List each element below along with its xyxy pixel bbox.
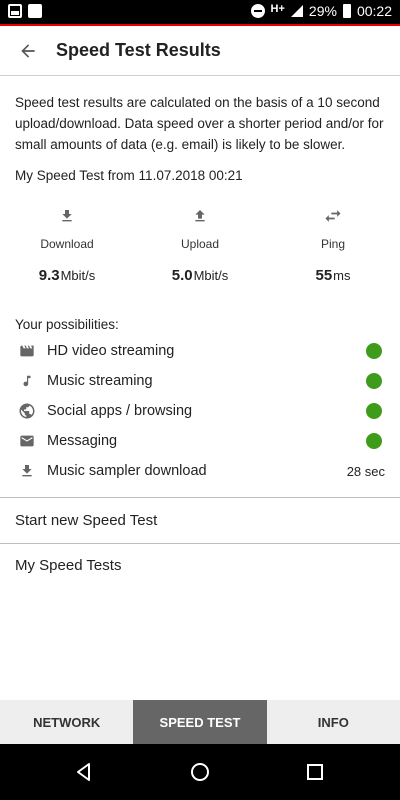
clock: 00:22 xyxy=(356,3,392,19)
metric-upload: Upload 5.0Mbit/s xyxy=(133,205,267,284)
battery-icon xyxy=(342,4,351,18)
metrics-row: Download 9.3Mbit/s Upload 5.0Mbit/s Ping… xyxy=(0,205,400,290)
metric-value: 9.3Mbit/s xyxy=(38,267,96,284)
status-bar: H+ 29% 00:22 xyxy=(0,0,400,24)
possibilities-title: Your possibilities: xyxy=(15,317,119,332)
metric-download: Download 9.3Mbit/s xyxy=(0,205,134,284)
nav-home-icon[interactable] xyxy=(190,762,210,782)
tab-network[interactable]: NETWORK xyxy=(0,700,133,744)
list-item: Social apps / browsing xyxy=(0,396,400,426)
status-ok-dot xyxy=(366,433,382,449)
test-timestamp: My Speed Test from 11.07.2018 00:21 xyxy=(15,168,243,183)
divider xyxy=(0,543,400,544)
metric-label: Download xyxy=(40,237,94,251)
my-speed-tests-button[interactable]: My Speed Tests xyxy=(15,557,121,574)
battery-percent: 29% xyxy=(308,3,337,19)
signal-icon xyxy=(290,5,303,17)
back-arrow-icon xyxy=(21,43,35,58)
status-ok-dot xyxy=(366,403,382,419)
download-icon xyxy=(22,465,32,477)
list-item: Music sampler download 28 sec xyxy=(0,456,400,486)
app-header: Speed Test Results xyxy=(0,26,400,76)
nav-recents-icon[interactable] xyxy=(305,762,325,782)
intro-text: Speed test results are calculated on the… xyxy=(15,95,384,152)
possibilities-list: HD video streaming Music streaming Socia… xyxy=(0,336,400,486)
do-not-disturb-icon xyxy=(250,4,265,18)
upload-icon xyxy=(195,210,205,222)
list-item: Music streaming xyxy=(0,366,400,396)
metric-label: Upload xyxy=(180,237,220,251)
gallery-notification-icon xyxy=(8,4,22,18)
globe-icon xyxy=(19,403,35,419)
phone-notification-icon xyxy=(28,4,42,18)
bottom-tab-bar: NETWORK SPEED TEST INFO xyxy=(0,700,400,744)
video-icon xyxy=(20,345,34,357)
download-icon xyxy=(62,210,72,222)
list-item: Messaging xyxy=(0,426,400,456)
tab-info[interactable]: INFO xyxy=(267,700,400,744)
metric-label: Ping xyxy=(320,237,346,251)
metric-value: 5.0Mbit/s xyxy=(171,267,229,284)
status-ok-dot xyxy=(366,343,382,359)
divider xyxy=(0,497,400,498)
nav-back-icon[interactable] xyxy=(74,762,94,782)
metric-ping: Ping 55ms xyxy=(266,205,400,284)
ping-icon xyxy=(325,210,341,222)
back-button[interactable] xyxy=(0,26,56,76)
music-note-icon xyxy=(23,375,31,387)
network-type: H+ xyxy=(270,3,285,15)
system-nav-bar xyxy=(0,744,400,800)
list-item: HD video streaming xyxy=(0,336,400,366)
metric-value: 55ms xyxy=(315,267,351,284)
page-title: Speed Test Results xyxy=(56,40,221,60)
status-ok-dot xyxy=(366,373,382,389)
start-new-speed-test-button[interactable]: Start new Speed Test xyxy=(15,512,157,529)
download-time: 28 sec xyxy=(346,463,385,479)
mail-icon xyxy=(20,435,34,447)
tab-speed-test[interactable]: SPEED TEST xyxy=(133,700,267,744)
